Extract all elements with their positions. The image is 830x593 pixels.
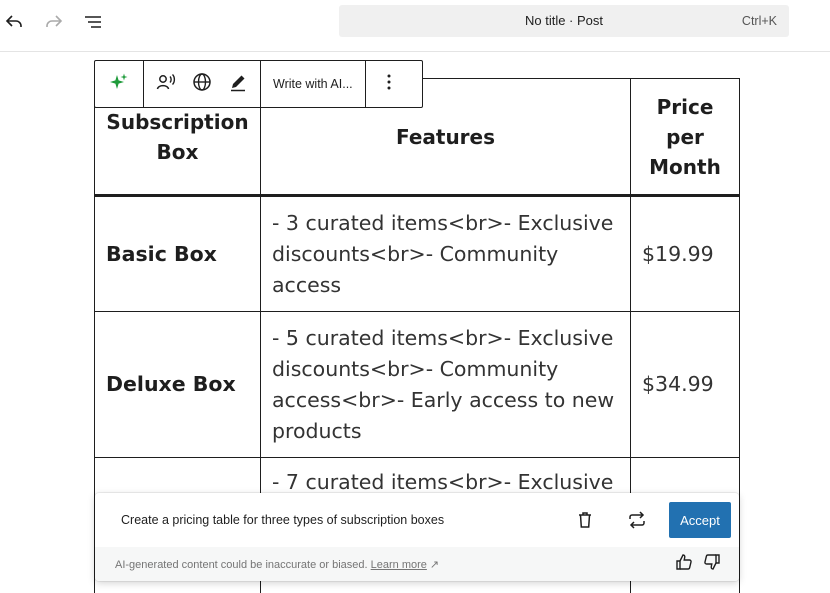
cell-price[interactable]: $19.99 (630, 195, 740, 312)
document-overview-button[interactable] (79, 8, 107, 36)
cell-features[interactable]: - 3 curated items<br>- Exclusive discoun… (260, 195, 631, 312)
list-view-icon (82, 11, 104, 33)
regenerate-button[interactable] (624, 509, 650, 535)
table-row: Deluxe Box - 5 curated items<br>- Exclus… (94, 311, 740, 458)
thumbs-up-button[interactable] (673, 553, 695, 575)
options-button[interactable] (366, 61, 412, 107)
table-row: Basic Box - 3 curated items<br>- Exclusi… (94, 195, 740, 312)
pencil-icon (227, 71, 249, 98)
write-with-ai-button[interactable]: Write with AI... (261, 61, 365, 107)
thumbs-down-button[interactable] (701, 553, 723, 575)
command-palette-bar[interactable]: No title · Post Ctrl+K (339, 5, 789, 37)
accept-button[interactable]: Accept (669, 502, 731, 538)
globe-icon (191, 71, 213, 98)
ai-prompt-text: Create a pricing table for three types o… (121, 513, 445, 527)
translate-button[interactable] (184, 61, 220, 107)
ai-disclaimer: AI-generated content could be inaccurate… (115, 558, 439, 571)
more-vertical-icon (379, 72, 399, 97)
editor-top-bar: No title · Post Ctrl+K (0, 0, 830, 52)
voice-icon (155, 71, 177, 98)
regenerate-icon (626, 509, 648, 536)
learn-more-link[interactable]: Learn more (371, 559, 427, 571)
thumbs-down-icon (702, 552, 722, 577)
shortcut-hint: Ctrl+K (741, 14, 777, 28)
cell-box-name[interactable]: Deluxe Box (94, 311, 261, 458)
tools-group (144, 61, 261, 107)
options-group (366, 61, 412, 107)
header-price[interactable]: Price per Month (630, 78, 740, 197)
undo-icon (3, 11, 25, 33)
ai-group (95, 61, 144, 107)
write-group: Write with AI... (261, 61, 366, 107)
edit-button[interactable] (220, 61, 256, 107)
external-link-icon: ↗ (429, 559, 440, 571)
thumbs-up-icon (674, 552, 694, 577)
cell-price[interactable]: $34.99 (630, 311, 740, 458)
ai-sparkle-icon (109, 72, 129, 97)
redo-button[interactable] (40, 8, 68, 36)
block-toolbar: Write with AI... (94, 60, 423, 108)
cell-features[interactable]: - 5 curated items<br>- Exclusive discoun… (260, 311, 631, 458)
redo-icon (43, 11, 65, 33)
undo-button[interactable] (0, 8, 28, 36)
speak-button[interactable] (148, 61, 184, 107)
document-title: No title · Post (524, 13, 604, 28)
ai-panel-footer: AI-generated content could be inaccurate… (95, 547, 739, 581)
ai-assistant-button[interactable] (95, 61, 143, 107)
discard-button[interactable] (572, 509, 598, 535)
disclaimer-text: AI-generated content could be inaccurate… (115, 559, 368, 571)
trash-icon (575, 510, 595, 535)
ai-prompt-panel: Create a pricing table for three types o… (95, 493, 739, 581)
cell-box-name[interactable]: Basic Box (94, 195, 261, 312)
